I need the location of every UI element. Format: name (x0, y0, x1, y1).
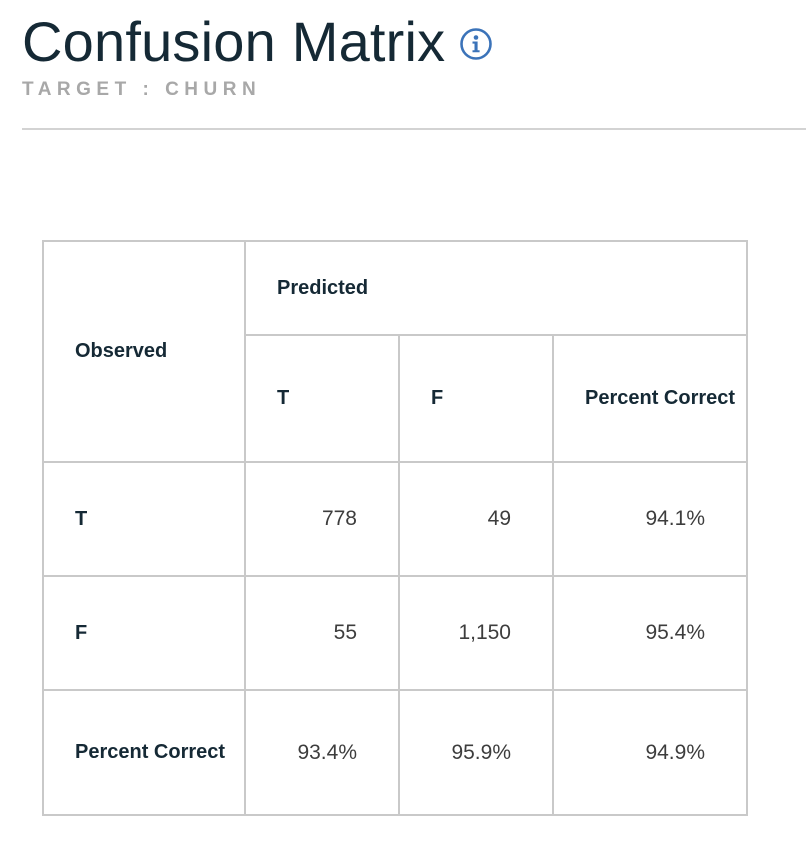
cell-f-f: 1,150 (398, 575, 554, 691)
cell-percent-overall: 94.9% (552, 689, 748, 816)
table-row: F 55 1,150 95.4% (42, 575, 748, 691)
row-header-percent-correct: Percent Correct (42, 689, 246, 816)
table-header-row: Observed Predicted (42, 240, 748, 463)
table-row: Percent Correct 93.4% 95.9% 94.9% (42, 689, 748, 816)
column-header-f: F (398, 334, 554, 463)
predicted-header: Predicted (244, 240, 748, 336)
cell-t-f: 49 (398, 461, 554, 577)
row-header-f: F (42, 575, 246, 691)
column-header-percent-correct: Percent Correct (552, 334, 748, 463)
table-row: T 778 49 94.1% (42, 461, 748, 577)
header: Confusion Matrix (22, 10, 806, 74)
info-icon[interactable] (459, 27, 493, 61)
title-row: Confusion Matrix (22, 10, 806, 74)
target-subtitle: TARGET : CHURN (22, 79, 262, 100)
page-title: Confusion Matrix (22, 10, 446, 73)
cell-t-percent: 94.1% (552, 461, 748, 577)
cell-percent-t: 93.4% (244, 689, 400, 816)
cell-percent-f: 95.9% (398, 689, 554, 816)
column-header-t: T (244, 334, 400, 463)
cell-t-t: 778 (244, 461, 400, 577)
confusion-matrix-table: Observed Predicted T F Percent Correct T… (42, 240, 748, 816)
header-divider (22, 128, 806, 130)
row-header-t: T (42, 461, 246, 577)
cell-f-percent: 95.4% (552, 575, 748, 691)
cell-f-t: 55 (244, 575, 400, 691)
observed-header: Observed (42, 240, 246, 463)
